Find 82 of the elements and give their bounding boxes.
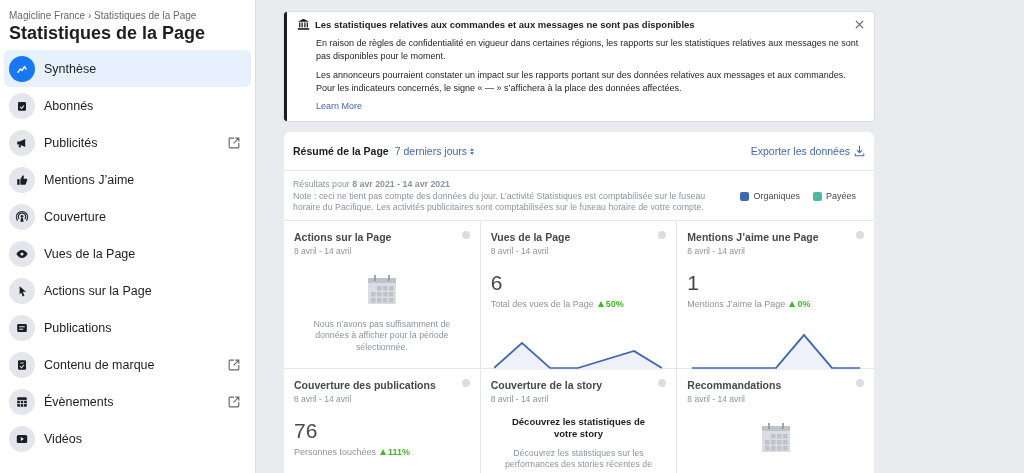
item-label: Publicités <box>44 135 99 150</box>
sidebar-item[interactable]: Publications <box>4 309 251 346</box>
notice-text: Les annonceurs pourraient constater un impact sur les rapports portant sur des données relatives aux messages et aux commandes. Pour les indicateurs concernés, le signe « — » s’affichera à la place des données affectées. <box>316 69 847 95</box>
card-title: Couverture de la story <box>490 378 603 391</box>
empty-message: Nous n’avons pas suffisamment de données à afficher pour la période sélectionnée. <box>312 318 452 353</box>
item-label: Abonnés <box>44 98 95 113</box>
info-icon[interactable] <box>856 230 864 239</box>
item-label: Actions sur la Page <box>44 283 153 298</box>
item-label: Évènements <box>44 394 115 409</box>
info-icon[interactable] <box>461 230 470 239</box>
item-label: Vidéos <box>44 431 83 446</box>
breadcrumb: Magicline France › Statistiques de la Page <box>8 9 198 21</box>
date-range: 8 avril - 14 avril <box>490 393 550 404</box>
item-label: Synthèse <box>44 61 98 76</box>
page-title: Statistiques de la Page <box>9 23 207 44</box>
date-range: 8 avril - 14 avril <box>294 245 353 256</box>
metric-value: 1 <box>687 270 700 295</box>
notice-text: En raison de règles de confidentialité en vigueur dans certaines régions, les rapports sur les statistiques relatives aux messages ne sont pas disponibles pour le moment. <box>316 37 860 63</box>
results-range: Résultats pour 8 avr 2021 - 14 avr 2021 <box>293 179 451 191</box>
document-icon <box>9 314 35 341</box>
card-title: Actions sur la Page <box>294 230 392 243</box>
play-icon <box>9 425 35 452</box>
learn-more-link[interactable]: Learn More <box>316 101 363 111</box>
card-title: Couverture des publications <box>294 378 436 391</box>
change-percent: 50% <box>597 298 624 309</box>
eye-icon <box>9 240 35 267</box>
period-dropdown[interactable]: 7 derniers jours <box>394 145 475 157</box>
change-percent: 111% <box>380 446 411 457</box>
chart-icon <box>9 55 35 82</box>
metric-label: Total des vues de la Page <box>490 298 594 309</box>
sidebar-item[interactable]: Mentions J’aime <box>4 161 251 198</box>
story-heading: Découvrez les statistiques de votre story <box>510 415 646 440</box>
export-link[interactable]: Exporter les données <box>750 145 865 157</box>
cursor-icon <box>9 277 35 304</box>
timezone-note: Note : ceci ne tient pas compte des données du jour. L’activité Statistiques est comptabilisée sur le fuseau horaire du Pacifique. Les activités publicitaires sont comptabilisées sur le fuseau horaire de votre compte. <box>293 190 707 214</box>
metric-label: Personnes touchées <box>294 446 377 457</box>
date-range: 8 avril - 14 avril <box>687 245 746 256</box>
item-label: Contenu de marque <box>44 357 156 372</box>
updown-icon <box>470 147 475 155</box>
metric-value: 6 <box>490 270 504 295</box>
item-label: Mentions J’aime <box>44 172 136 187</box>
sidebar-item[interactable]: Vues de la Page <box>4 235 251 272</box>
sidebar-item[interactable]: Publicités <box>4 124 251 161</box>
info-icon[interactable] <box>658 378 667 387</box>
info-icon[interactable] <box>658 230 667 239</box>
item-label: Publications <box>44 320 113 335</box>
thumbs-up-icon <box>9 166 35 193</box>
signal-icon <box>9 203 35 230</box>
sidebar-item[interactable]: Synthèse <box>4 50 251 87</box>
sidebar-item[interactable]: Couverture <box>4 198 251 235</box>
info-icon[interactable] <box>461 378 470 387</box>
card-title: Recommandations <box>687 378 782 391</box>
close-icon[interactable] <box>855 20 864 29</box>
badge-icon <box>9 351 35 378</box>
legend-label: Organiques <box>753 191 800 202</box>
sidebar-item[interactable]: Abonnés <box>4 87 251 124</box>
sidebar-item[interactable]: Actions sur la Page <box>4 272 251 309</box>
sidebar-item[interactable]: Vidéos <box>4 420 251 457</box>
change-percent: 0% <box>789 298 811 309</box>
bank-icon <box>297 18 310 31</box>
story-description: Découvrez les statistiques sur les performances des stories récentes de <box>503 447 654 471</box>
metric-value: 76 <box>294 418 319 443</box>
card-title: Vues de la Page <box>490 230 571 243</box>
date-range: 8 avril - 14 avril <box>490 245 550 256</box>
calendar-icon <box>760 420 791 453</box>
box-icon <box>9 92 35 119</box>
item-label: Couverture <box>44 209 107 224</box>
info-icon[interactable] <box>856 378 864 387</box>
calendar-icon <box>9 388 35 415</box>
sidebar-item[interactable]: Évènements <box>4 383 251 420</box>
calendar-icon <box>366 272 397 305</box>
summary-title: Résumé de la Page <box>293 145 389 157</box>
sidebar-item[interactable]: Contenu de marque <box>4 346 251 383</box>
date-range: 8 avril - 14 avril <box>687 393 746 404</box>
notice-title: Les statistiques relatives aux commandes et aux messages ne sont pas disponibles <box>315 19 696 30</box>
metric-label: Mentions J’aime la Page <box>687 298 786 309</box>
legend-label: Payées <box>825 191 856 202</box>
card-title: Mentions J’aime une Page <box>687 230 819 243</box>
megaphone-icon <box>9 129 35 156</box>
item-label: Vues de la Page <box>44 246 137 261</box>
download-icon <box>854 145 865 157</box>
date-range: 8 avril - 14 avril <box>294 393 353 404</box>
